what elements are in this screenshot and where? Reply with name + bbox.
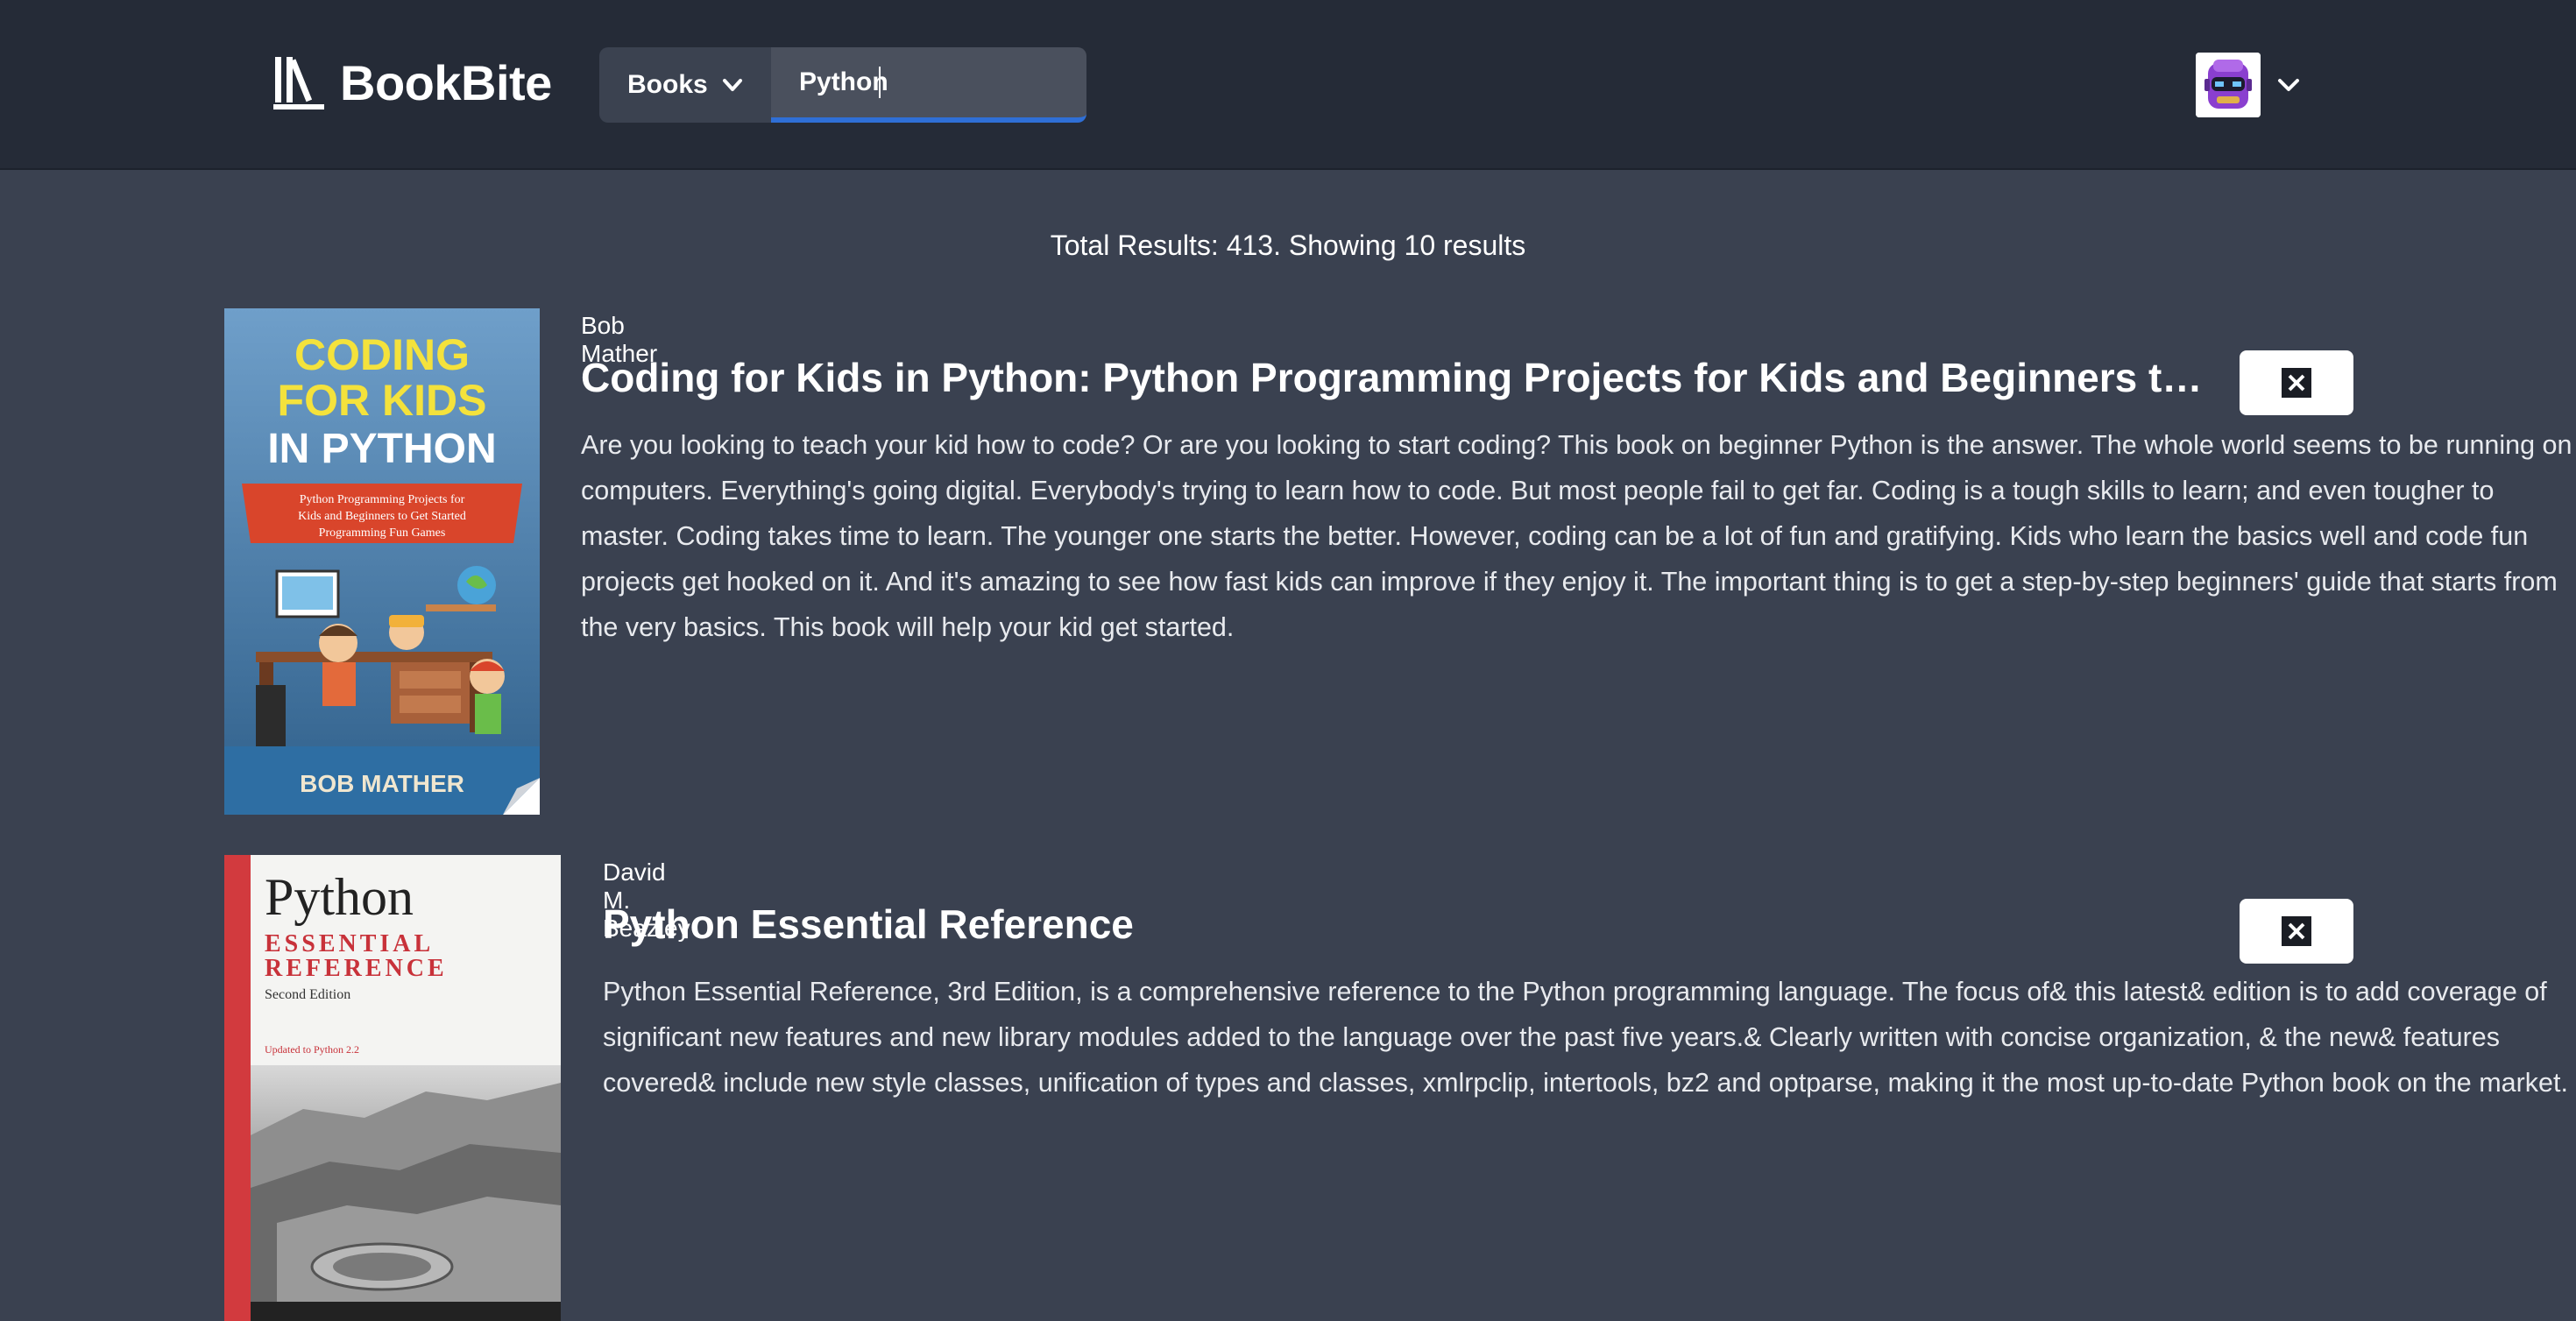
cover-subtitle: Kids and Beginners to Get Started xyxy=(298,510,466,523)
chevron-down-icon[interactable] xyxy=(2271,70,2306,100)
remove-result-button[interactable] xyxy=(2240,899,2353,964)
chevron-down-icon xyxy=(722,79,742,91)
cover-title-line: ESSENTIAL xyxy=(265,930,434,957)
text-cursor xyxy=(879,67,881,98)
library-books-icon xyxy=(273,57,324,109)
cover-note: Updated to Python 2.2 xyxy=(265,1043,359,1056)
results-summary: Total Results: 413. Showing 10 results xyxy=(1050,230,1526,261)
avatar[interactable] xyxy=(2196,53,2261,117)
book-title[interactable]: Python Essential Reference xyxy=(603,901,2180,948)
book-cover-image[interactable]: CODING FOR KIDS IN PYTHON Python Program… xyxy=(224,308,540,815)
cover-title-line: FOR KIDS xyxy=(278,376,487,425)
brand-logo[interactable]: BookBite xyxy=(273,51,552,114)
cover-title-line: Python xyxy=(265,868,414,926)
cover-title-line: IN PYTHON xyxy=(267,426,496,472)
search-input[interactable] xyxy=(799,67,1062,97)
category-dropdown-label: Books xyxy=(627,70,708,99)
category-dropdown[interactable]: Books xyxy=(599,47,771,123)
close-x-icon xyxy=(2282,368,2311,398)
book-title[interactable]: Coding for Kids in Python: Python Progra… xyxy=(581,354,2204,401)
cover-subtitle: Python Programming Projects for xyxy=(300,493,465,506)
remove-result-button[interactable] xyxy=(2240,350,2353,415)
cover-subtitle: Programming Fun Games xyxy=(319,526,446,540)
book-cover-image[interactable]: Python ESSENTIAL REFERENCE Second Editio… xyxy=(224,855,561,1321)
cover-title-line: REFERENCE xyxy=(265,955,448,982)
search-field[interactable] xyxy=(771,47,1086,123)
cover-author: BOB MATHER xyxy=(300,770,464,797)
cover-edition: Second Edition xyxy=(265,987,350,1002)
brand-name: BookBite xyxy=(340,54,552,110)
close-x-icon xyxy=(2282,916,2311,946)
book-description: Python Essential Reference, 3rd Edition,… xyxy=(603,977,2568,1098)
robot-avatar-icon xyxy=(2196,53,2261,117)
top-navigation-bar: BookBite Books xyxy=(0,0,2576,170)
book-description: Are you looking to teach your kid how to… xyxy=(581,430,2572,642)
cover-title-line: CODING xyxy=(294,330,470,379)
